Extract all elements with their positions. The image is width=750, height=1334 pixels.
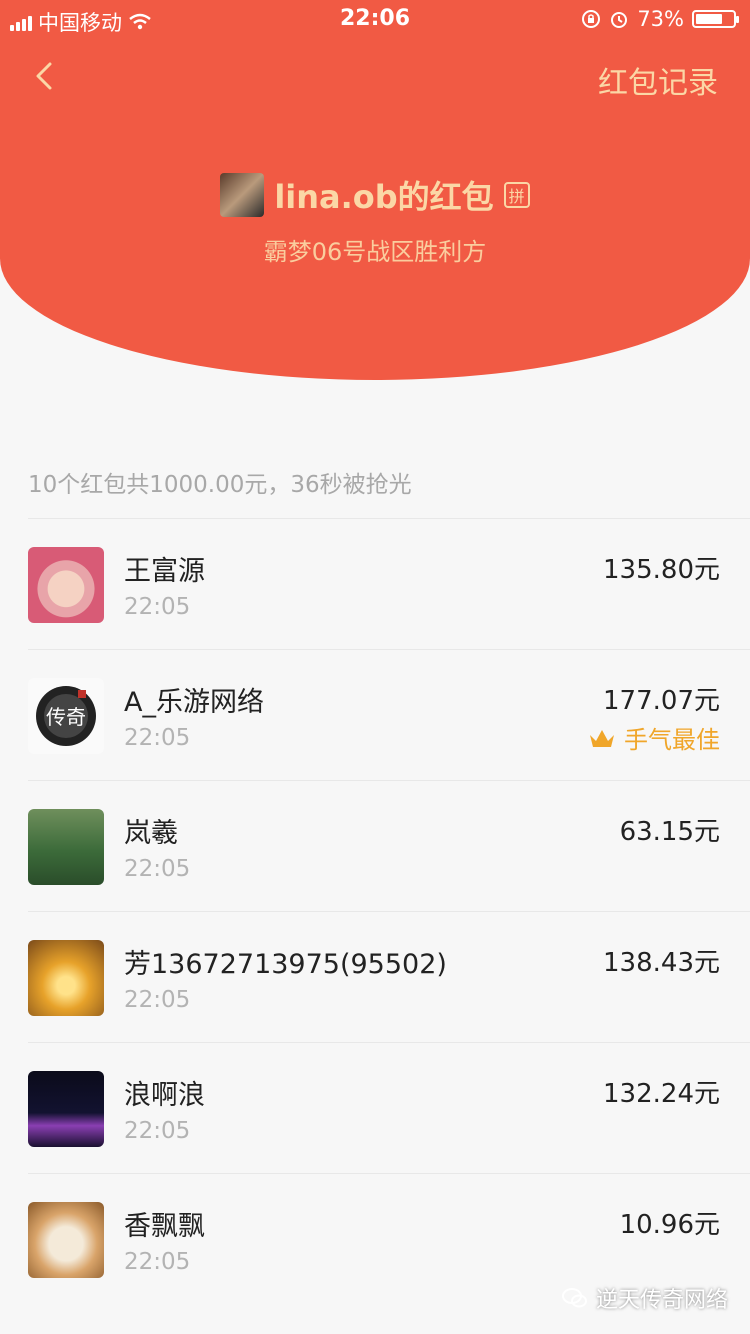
recipient-row[interactable]: 芳13672713975(95502) 22:05 138.43元 <box>28 911 750 1042</box>
avatar[interactable] <box>28 809 104 885</box>
best-luck-label: 手气最佳 <box>624 726 720 754</box>
status-right: 73% <box>581 7 739 31</box>
recipient-row[interactable]: 浪啊浪 22:05 132.24元 <box>28 1042 750 1173</box>
avatar[interactable] <box>28 547 104 623</box>
recipient-row[interactable]: 王富源 22:05 135.80元 <box>28 518 750 649</box>
recipient-name: 芳13672713975(95502) <box>124 949 447 980</box>
recipient-time: 22:05 <box>124 987 191 1013</box>
back-chevron-icon[interactable] <box>28 58 64 94</box>
recipient-row[interactable]: 岚羲 22:05 63.15元 <box>28 780 750 911</box>
packet-summary: 10个红包共1000.00元，36秒被抢光 <box>28 472 412 498</box>
battery-percent: 73% <box>637 7 684 31</box>
recipient-row[interactable]: 传奇 A_乐游网络 22:05 177.07元 手气最佳 <box>28 649 750 780</box>
crown-icon <box>590 729 614 747</box>
recipient-time: 22:05 <box>124 1249 191 1275</box>
recipient-amount: 63.15元 <box>619 817 720 847</box>
recipient-time: 22:05 <box>124 594 191 620</box>
recipient-time: 22:05 <box>124 856 191 882</box>
recipient-name: 香飘飘 <box>124 1211 205 1242</box>
owner-title: lina.ob的红包 <box>274 178 494 216</box>
owner-avatar[interactable] <box>220 173 265 217</box>
avatar[interactable] <box>28 1202 104 1278</box>
battery-icon <box>692 10 739 28</box>
status-bar: 中国移动 22:06 73% <box>0 0 750 40</box>
alarm-icon <box>611 12 628 28</box>
wechat-channel-icon <box>561 1288 587 1308</box>
recipient-amount: 10.96元 <box>619 1210 720 1240</box>
best-luck-badge: 手气最佳 <box>588 720 720 755</box>
recipient-name: 岚羲 <box>124 818 178 849</box>
recipient-time: 22:05 <box>124 725 191 751</box>
recipient-time: 22:05 <box>124 1118 191 1144</box>
avatar[interactable]: 传奇 <box>28 678 104 754</box>
watermark-text: 逆天传奇网络 <box>595 1288 728 1313</box>
group-packet-badge: 拼 <box>503 182 530 208</box>
packet-owner: lina.ob的红包 拼 <box>0 172 750 218</box>
recipient-amount: 177.07元 <box>603 686 720 716</box>
recipient-amount: 132.24元 <box>603 1079 720 1109</box>
watermark: 逆天传奇网络 <box>561 1282 728 1314</box>
recipient-amount: 135.80元 <box>603 555 720 585</box>
recipient-name: 浪啊浪 <box>124 1080 205 1111</box>
recipient-list: 王富源 22:05 135.80元 传奇 A_乐游网络 22:05 177.07… <box>28 518 750 1304</box>
avatar[interactable] <box>28 940 104 1016</box>
battery-fill <box>696 14 722 24</box>
packet-greeting: 霸梦06号战区胜利方 <box>263 238 487 266</box>
recipient-name: A_乐游网络 <box>124 687 264 718</box>
red-packet-records-link[interactable]: 红包记录 <box>598 58 718 102</box>
avatar[interactable] <box>28 1071 104 1147</box>
orientation-lock-icon <box>582 10 601 28</box>
recipient-name: 王富源 <box>124 556 205 587</box>
recipient-amount: 138.43元 <box>603 948 720 978</box>
avatar-logo-text: 传奇 <box>46 705 86 729</box>
